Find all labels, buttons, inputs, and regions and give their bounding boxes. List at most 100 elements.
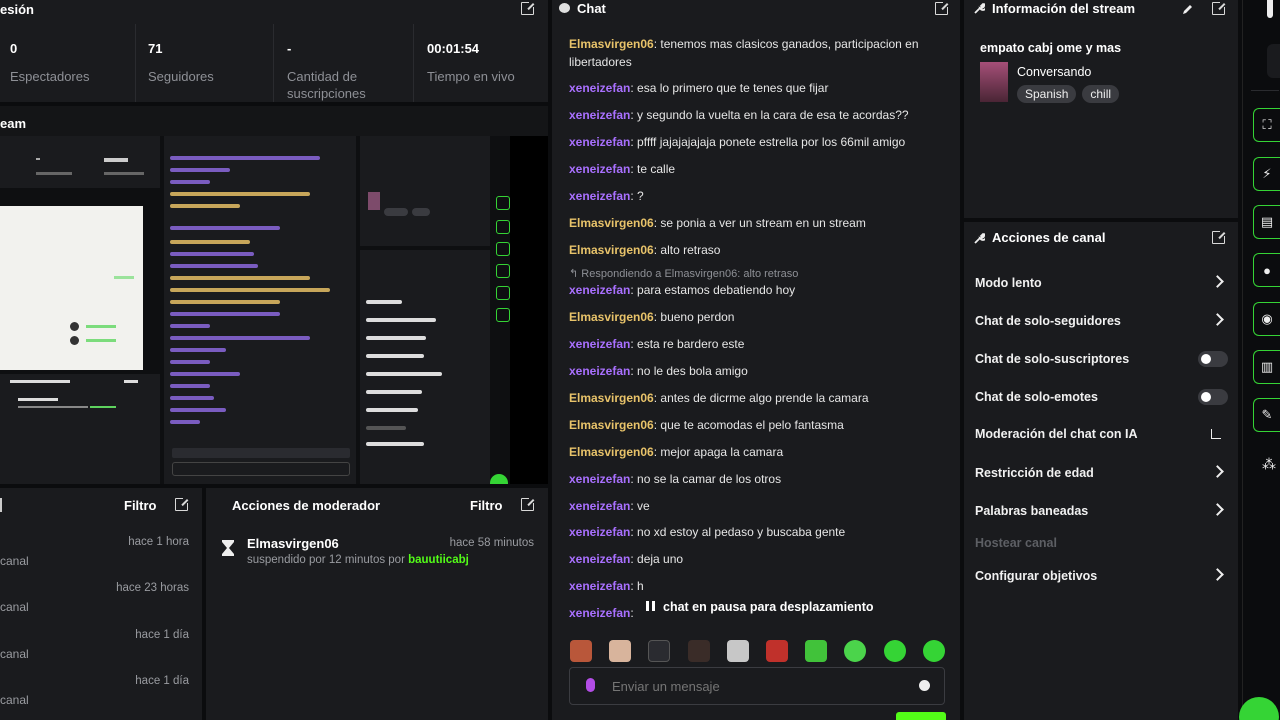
- tag-spanish[interactable]: Spanish: [1017, 85, 1077, 103]
- activity-filter[interactable]: Filtro: [124, 498, 157, 513]
- chat-message[interactable]: xeneizefan: ve: [569, 497, 949, 515]
- chat-username[interactable]: xeneizefan: [569, 108, 630, 122]
- rail-button-wrench-icon[interactable]: ✎: [1253, 398, 1280, 432]
- rail-button-bolt-icon[interactable]: ⚡: [1253, 157, 1280, 191]
- expand-icon[interactable]: [1212, 230, 1226, 244]
- chat-username[interactable]: Elmasvirgen06: [569, 310, 654, 324]
- emote-icon[interactable]: [727, 640, 749, 662]
- mod-filter[interactable]: Filtro: [470, 498, 503, 513]
- chat-username[interactable]: Elmasvirgen06: [569, 243, 654, 257]
- chat-message[interactable]: xeneizefan: no xd estoy al pedaso y busc…: [569, 523, 949, 541]
- chat-username[interactable]: Elmasvirgen06: [569, 445, 654, 459]
- chat-message-input[interactable]: [612, 676, 902, 696]
- chat-message[interactable]: xeneizefan: pffff jajajajajaja ponete es…: [569, 133, 949, 151]
- mod-entry-moderator[interactable]: bauutiicabj: [408, 554, 469, 566]
- action-age-restriction[interactable]: Restricción de edad: [975, 462, 1230, 484]
- rail-button-screen-icon[interactable]: ⛶: [1253, 108, 1280, 142]
- chat-username[interactable]: Elmasvirgen06: [569, 391, 654, 405]
- chat-message[interactable]: Elmasvirgen06: se ponia a ver un stream …: [569, 214, 949, 232]
- edit-icon[interactable]: [1182, 3, 1194, 15]
- emotes-only-toggle[interactable]: [1198, 389, 1228, 405]
- category-thumbnail[interactable]: [980, 62, 1008, 102]
- chat-message[interactable]: xeneizefan: deja uno: [569, 550, 949, 568]
- subscribers-only-toggle[interactable]: [1198, 351, 1228, 367]
- chat-username[interactable]: xeneizefan: [569, 81, 630, 95]
- emote-icon[interactable]: [766, 640, 788, 662]
- action-followers-only[interactable]: Chat de solo-seguidores: [975, 310, 1230, 332]
- action-banned-words[interactable]: Palabras baneadas: [975, 500, 1230, 522]
- chat-message[interactable]: Elmasvirgen06: alto retraso: [569, 241, 949, 259]
- pencil-icon[interactable]: [1267, 44, 1280, 78]
- action-ai-moderation[interactable]: Moderación del chat con IA: [975, 423, 1230, 445]
- chat-username[interactable]: xeneizefan: [569, 499, 630, 513]
- chat-message[interactable]: xeneizefan: esa lo primero que te tenes …: [569, 79, 949, 97]
- chat-username[interactable]: Elmasvirgen06: [569, 216, 654, 230]
- activity-time: hace 1 hora: [128, 536, 189, 548]
- expand-icon[interactable]: [935, 1, 949, 15]
- tag-chill[interactable]: chill: [1082, 85, 1120, 103]
- emote-icon[interactable]: [688, 640, 710, 662]
- chat-message[interactable]: Elmasvirgen06: mejor apaga la camara: [569, 443, 949, 461]
- chat-message[interactable]: xeneizefan: no se la camar de los otros: [569, 470, 949, 488]
- emote-icon[interactable]: [805, 640, 827, 662]
- action-configure-goals[interactable]: Configurar objetivos: [975, 565, 1230, 587]
- chat-username[interactable]: xeneizefan: [569, 189, 630, 203]
- emote-icon[interactable]: [648, 640, 670, 662]
- mod-entry-user[interactable]: Elmasvirgen06: [247, 536, 339, 551]
- chat-message[interactable]: Elmasvirgen06: tenemos mas clasicos gana…: [569, 35, 949, 71]
- send-button[interactable]: [896, 712, 946, 720]
- expand-icon[interactable]: [175, 497, 189, 511]
- rail-scroll-bump: [1267, 0, 1273, 18]
- emote-icon[interactable]: [570, 640, 592, 662]
- chat-username[interactable]: xeneizefan: [569, 472, 630, 486]
- action-subscribers-only[interactable]: Chat de solo-suscriptores: [975, 348, 1230, 370]
- expand-icon[interactable]: [521, 1, 535, 15]
- expand-icon[interactable]: [1212, 1, 1226, 15]
- rail-button-layout-icon[interactable]: ▥: [1253, 350, 1280, 384]
- stream-video[interactable]: [0, 136, 548, 484]
- chat-username[interactable]: Elmasvirgen06: [569, 418, 654, 432]
- chat-message[interactable]: xeneizefan: y segundo la vuelta en la ca…: [569, 106, 949, 124]
- action-emotes-only[interactable]: Chat de solo-emotes: [975, 386, 1230, 408]
- chat-text: y segundo la vuelta en la cara de esa te…: [637, 108, 909, 122]
- microphone-icon[interactable]: [586, 678, 595, 692]
- emoji-icon[interactable]: [919, 680, 930, 691]
- chat-username[interactable]: xeneizefan: [569, 283, 630, 297]
- chat-message[interactable]: xeneizefan: te calle: [569, 160, 949, 178]
- chat-username[interactable]: xeneizefan: [569, 364, 630, 378]
- chat-username[interactable]: xeneizefan: [569, 552, 630, 566]
- chat-username[interactable]: xeneizefan: [569, 135, 630, 149]
- chat-message[interactable]: Elmasvirgen06: que te acomodas el pelo f…: [569, 416, 949, 434]
- category-name[interactable]: Conversando: [1017, 65, 1091, 79]
- chat-username[interactable]: xeneizefan: [569, 162, 630, 176]
- chat-paused-indicator[interactable]: chat en pausa para desplazamiento: [646, 600, 874, 614]
- rail-button-doc-icon[interactable]: ▤: [1253, 205, 1280, 239]
- action-label: Moderación del chat con IA: [975, 427, 1138, 441]
- activity-item: hace 1 día canal: [0, 675, 202, 715]
- chat-username[interactable]: xeneizefan: [569, 337, 630, 351]
- chat-message[interactable]: xeneizefan: h: [569, 577, 949, 595]
- mod-entry-detail-text: suspendido por 12 minutos por: [247, 554, 409, 566]
- chat-message[interactable]: xeneizefan: para estamos debatiendo hoy: [569, 281, 949, 299]
- chat-message[interactable]: xeneizefan: no le des bola amigo: [569, 362, 949, 380]
- chat-input-box[interactable]: [569, 667, 945, 705]
- chat-username[interactable]: xeneizefan: [569, 525, 630, 539]
- chat-message[interactable]: xeneizefan: ?: [569, 187, 949, 205]
- chat-text: ?: [637, 189, 644, 203]
- expand-icon[interactable]: [521, 497, 535, 511]
- chat-message[interactable]: xeneizefan: esta re bardero este: [569, 335, 949, 353]
- activity-text: canal: [0, 693, 29, 707]
- chat-message[interactable]: Elmasvirgen06: antes de dicrme algo pren…: [569, 389, 949, 407]
- emote-icon[interactable]: [844, 640, 866, 662]
- chat-message[interactable]: Elmasvirgen06: bueno perdon: [569, 308, 949, 326]
- emote-icon[interactable]: [884, 640, 906, 662]
- emote-icon[interactable]: [923, 640, 945, 662]
- rail-button-broadcast-icon[interactable]: ◉: [1253, 302, 1280, 336]
- people-icon[interactable]: ⁂: [1262, 456, 1276, 473]
- chat-username[interactable]: xeneizefan: [569, 606, 630, 620]
- chat-username[interactable]: xeneizefan: [569, 579, 630, 593]
- rail-button-chat-icon[interactable]: ●: [1253, 253, 1280, 287]
- chat-username[interactable]: Elmasvirgen06: [569, 37, 654, 51]
- action-slow-mode[interactable]: Modo lento: [975, 272, 1230, 294]
- emote-icon[interactable]: [609, 640, 631, 662]
